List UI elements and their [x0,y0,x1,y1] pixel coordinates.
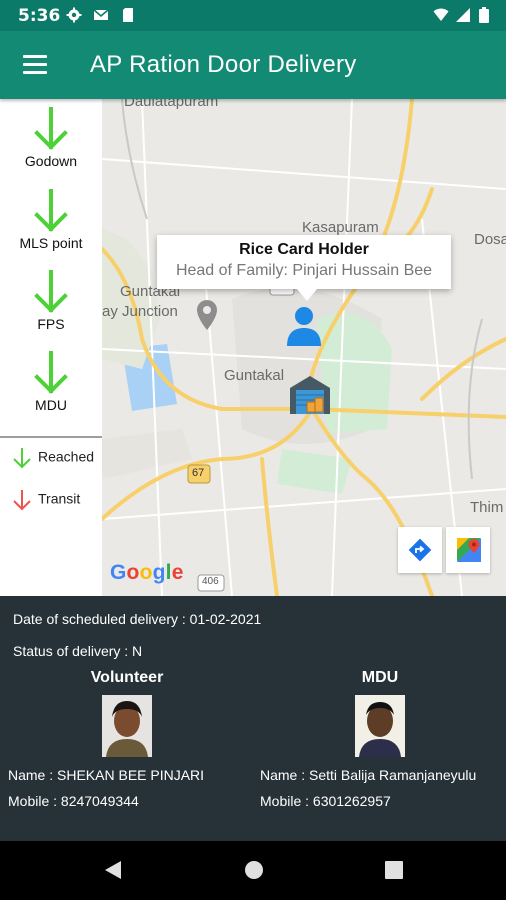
legend-step-mdu: MDU [0,351,102,413]
status-time: 5:36 [18,6,61,26]
map-view[interactable]: Daulatapuram Kasapuram Dosa Guntakal ay … [102,99,506,596]
info-window-subtitle: Head of Family: Pinjari Hussain Bee [175,262,433,279]
map-label-guntakal: Guntakal [224,367,285,384]
open-google-maps-button[interactable] [446,527,490,573]
delivery-details-panel: Date of scheduled delivery : 01-02-2021 … [0,596,506,841]
legend-step-fps: FPS [0,270,102,332]
red-down-arrow-icon [13,490,31,511]
status-bar: 5:36 [0,0,506,31]
green-down-arrow-icon [34,270,68,313]
mdu-mobile: Mobile : 6301262957 [260,793,391,809]
legend-step-godown: Godown [0,107,102,169]
system-navigation-bar [0,841,506,900]
delivery-legend: Godown MLS point FPS MDU Reached Transit [0,99,102,596]
map-label-dosa: Dosa [474,231,506,248]
green-down-arrow-icon [13,448,31,469]
info-window-tail [297,289,317,301]
volunteer-title: Volunteer [90,669,164,686]
green-down-arrow-icon [34,189,68,232]
info-window[interactable]: Rice Card Holder Head of Family: Pinjari… [157,235,451,289]
map-label-guntakal-junction: ay Junction [102,303,178,320]
app-bar: AP Ration Door Delivery [0,31,506,99]
road-number-406: 406 [202,576,219,587]
legend-step-label: FPS [37,316,65,332]
place-pin-icon[interactable] [196,299,218,331]
mdu-title: MDU [361,669,399,686]
legend-step-label: MLS point [19,235,83,251]
legend-key-label: Transit [38,490,81,507]
road-number-67: 67 [192,467,205,479]
google-logo: Google [110,561,184,585]
google-logo-letter: o [126,561,140,584]
directions-icon [408,538,432,562]
green-down-arrow-icon [34,107,68,150]
map-label-thim: Thim [470,499,504,516]
recents-icon[interactable] [383,859,405,881]
scheduled-delivery-date: Date of scheduled delivery : 01-02-2021 [13,611,262,627]
google-logo-letter: e [171,561,184,584]
hamburger-menu-icon[interactable] [23,55,47,74]
delivery-status: Status of delivery : N [13,643,143,659]
rice-card-holder-marker-icon[interactable] [285,305,323,347]
google-logo-letter: g [152,561,166,584]
legend-step-label: Godown [24,153,78,169]
google-logo-letter: G [110,561,127,584]
volunteer-name: Name : SHEKAN BEE PINJARI [8,767,205,783]
green-down-arrow-icon [34,351,68,394]
map-label-daulatapuram: Daulatapuram [124,99,219,110]
mdu-photo [355,695,405,757]
legend-divider [0,436,102,438]
google-maps-icon [457,538,481,562]
signal-icon [456,8,470,22]
app-title: AP Ration Door Delivery [90,51,357,78]
info-window-title: Rice Card Holder [239,241,369,258]
mdu-name: Name : Setti Balija Ramanjaneyulu [260,767,477,783]
google-logo-letters: Google [110,561,184,584]
legend-step-mls-point: MLS point [0,189,102,251]
gmail-icon [93,9,109,20]
warehouse-marker-icon[interactable] [289,374,331,416]
home-icon[interactable] [243,859,265,881]
google-logo-letter: o [139,561,153,584]
volunteer-mobile: Mobile : 8247049344 [8,793,139,809]
legend-key-reached: Reached [12,447,94,469]
volunteer-photo [102,695,152,757]
sd-card-icon [123,8,133,22]
legend-key-label: Reached [38,448,95,465]
directions-button[interactable] [398,527,442,573]
battery-icon [479,7,489,23]
wifi-icon [433,8,449,21]
map-label-kasapuram: Kasapuram [302,219,379,236]
back-icon[interactable] [102,859,124,881]
map-base [102,99,506,596]
legend-step-label: MDU [35,397,67,413]
gear-icon [66,7,82,23]
legend-key-transit: Transit [12,489,80,511]
